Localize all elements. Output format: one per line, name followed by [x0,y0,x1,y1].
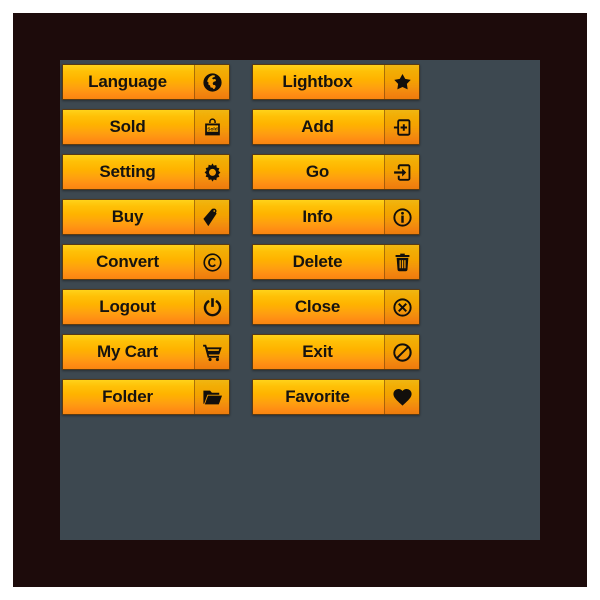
button-add[interactable]: Add [252,109,420,145]
copyright-icon [194,245,229,279]
price-tag-icon [194,200,229,234]
sold-bag-icon: Sold [194,110,229,144]
button-exit[interactable]: Exit [252,334,420,370]
button-label: Info [302,207,333,226]
button-label: Go [305,162,330,181]
no-entry-icon [384,335,419,369]
button-lightbox[interactable]: Lightbox [252,64,420,100]
button-label: Language [88,72,167,91]
button-label: Exit [302,342,333,361]
button-label: My Cart [97,342,158,361]
button-grid: Language Lightbox Sold Sold Add Setting … [62,64,420,476]
button-favorite[interactable]: Favorite [252,379,420,415]
shopping-cart-icon [194,335,229,369]
button-label: Logout [99,297,156,316]
button-label: Lightbox [282,72,353,91]
star-icon [384,65,419,99]
button-folder[interactable]: Folder [62,379,230,415]
info-circle-icon [384,200,419,234]
button-go[interactable]: Go [252,154,420,190]
button-label: Folder [102,387,153,406]
button-language[interactable]: Language [62,64,230,100]
svg-text:Sold: Sold [207,126,218,132]
plus-box-icon [384,110,419,144]
button-close[interactable]: Close [252,289,420,325]
button-buy[interactable]: Buy [62,199,230,235]
power-icon [194,290,229,324]
button-label: Setting [99,162,156,181]
button-label: Sold [109,117,146,136]
x-circle-icon [384,290,419,324]
button-sold[interactable]: Sold Sold [62,109,230,145]
button-label: Add [301,117,334,136]
gear-icon [194,155,229,189]
button-info[interactable]: Info [252,199,420,235]
screenshot-root: Language Lightbox Sold Sold Add Setting … [0,0,600,600]
button-setting[interactable]: Setting [62,154,230,190]
heart-icon [384,380,419,414]
globe-icon [194,65,229,99]
arrow-into-box-icon [384,155,419,189]
button-label: Buy [111,207,144,226]
open-folder-icon [194,380,229,414]
button-label: Favorite [285,387,350,406]
button-convert[interactable]: Convert [62,244,230,280]
button-label: Delete [292,252,343,271]
button-label: Close [294,297,341,316]
button-my-cart[interactable]: My Cart [62,334,230,370]
button-logout[interactable]: Logout [62,289,230,325]
trash-can-icon [384,245,419,279]
button-delete[interactable]: Delete [252,244,420,280]
button-label: Convert [96,252,159,271]
